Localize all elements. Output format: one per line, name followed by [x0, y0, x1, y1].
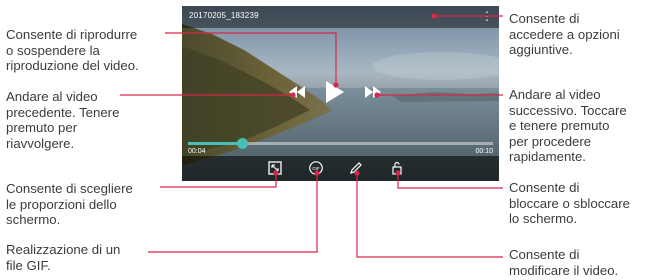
- callout-line-1: Consente di scegliere: [6, 181, 133, 196]
- callout-line-2: file GIF.: [6, 257, 51, 273]
- callout-line-4: riavvolgere.: [6, 135, 75, 151]
- aspect-ratio-icon[interactable]: [268, 161, 282, 175]
- callout-line-3: schermo.: [6, 212, 61, 227]
- callout-line-1: Consente di: [509, 180, 580, 195]
- callout-line-1: Realizzazione di un: [6, 242, 121, 257]
- callout-line-3: e tenere premuto: [509, 118, 610, 133]
- callout-line-3: aggiuntive.: [509, 42, 573, 57]
- svg-text:GIF: GIF: [312, 166, 320, 171]
- callout-line-2: le proporzioni dello: [6, 196, 117, 212]
- video-top-bar: 20170205_183239 ⋮: [182, 6, 499, 28]
- fast-forward-icon[interactable]: [365, 86, 381, 98]
- callout-line-3: riproduzione del video.: [6, 58, 139, 73]
- play-icon[interactable]: [325, 80, 345, 104]
- callout-line-1: Consente di riprodurre: [6, 27, 138, 42]
- callout-line-2: o sospendere la: [6, 42, 100, 58]
- callout-line-2: precedente. Tenere: [6, 104, 120, 120]
- callout-line-2: accedere a opzioni: [509, 26, 620, 42]
- callout-line-1: Andare al video: [6, 89, 98, 104]
- callout-line-5: rapidamente.: [509, 149, 586, 164]
- leader-line-gif: [148, 174, 318, 253]
- pencil-icon[interactable]: [349, 161, 363, 175]
- callout-edit-video: Consente di modificare il video.: [509, 247, 644, 278]
- video-player-screen: 20170205_183239 ⋮ 00:04 00:10 GIF: [182, 6, 499, 181]
- callout-previous-video: Andare al video precedente. Tenere premu…: [6, 89, 126, 151]
- current-time: 00:04: [188, 148, 206, 155]
- callout-gif: Realizzazione di un file GIF.: [6, 242, 156, 273]
- seek-bar[interactable]: [188, 138, 493, 149]
- total-time: 00:10: [475, 148, 493, 155]
- video-bottom-bar: GIF: [182, 156, 499, 181]
- callout-line-1: Andare al video: [509, 87, 601, 102]
- seek-bar-progress: [188, 142, 243, 145]
- callout-lock-screen: Consente di bloccare o sbloccare lo sche…: [509, 180, 644, 227]
- more-vertical-icon[interactable]: ⋮: [481, 9, 493, 23]
- callout-line-3: premuto per: [6, 120, 78, 135]
- gif-icon[interactable]: GIF: [309, 161, 323, 175]
- video-filename: 20170205_183239: [189, 11, 259, 20]
- rewind-icon[interactable]: [289, 86, 305, 98]
- leader-line-edit: [356, 174, 503, 258]
- lock-icon[interactable]: [390, 161, 404, 175]
- callout-line-1: Consente di: [509, 247, 580, 262]
- callout-more-options: Consente di accedere a opzioni aggiuntiv…: [509, 11, 644, 58]
- callout-line-3: lo schermo.: [509, 211, 578, 226]
- callout-next-video: Andare al video successivo. Toccare e te…: [509, 87, 644, 165]
- callout-aspect-ratio: Consente di scegliere le proporzioni del…: [6, 181, 166, 228]
- callout-line-2: successivo. Toccare: [509, 102, 627, 118]
- callout-play-pause: Consente di riprodurre o sospendere la r…: [6, 27, 171, 74]
- callout-line-1: Consente di: [509, 11, 580, 26]
- callout-line-2: bloccare o sbloccare: [509, 195, 630, 211]
- callout-line-2: modificare il video.: [509, 262, 619, 278]
- callout-line-4: per procedere: [509, 133, 592, 149]
